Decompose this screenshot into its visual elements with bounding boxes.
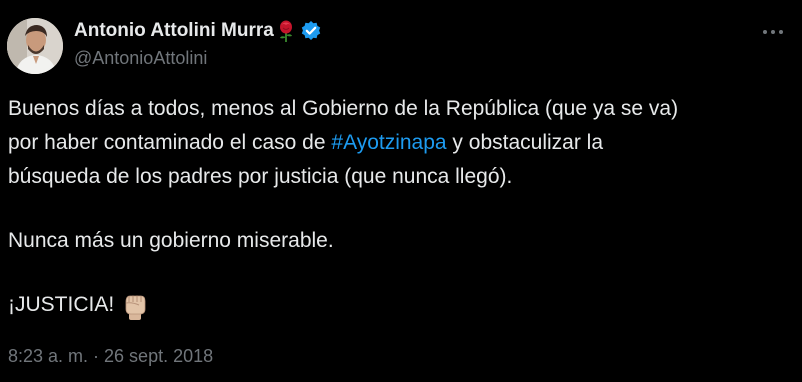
timestamp-link[interactable]: 8:23 a. m. · 26 sept. 2018 — [8, 346, 213, 367]
tweet-text-segment: y obstaculizar la — [446, 131, 603, 154]
tweet-line: Buenos días a todos, menos al Gobierno d… — [8, 97, 679, 120]
tweet-text-segment: por haber contaminado el caso de — [8, 131, 332, 154]
raised-fist-icon — [120, 290, 150, 320]
tweet-line: búsqueda de los padres por justicia (que… — [8, 165, 513, 188]
tweet-line: por haber contaminado el caso de #Ayotzi… — [8, 126, 798, 160]
rose-icon — [275, 19, 297, 43]
tweet-text-segment: ¡JUSTICIA! — [8, 293, 115, 316]
tweet-text: Buenos días a todos, menos al Gobierno d… — [8, 92, 798, 322]
tweet-line: Nunca más un gobierno miserable. — [8, 229, 334, 252]
more-options-button[interactable] — [758, 20, 788, 44]
tweet-line: ¡JUSTICIA! — [8, 288, 798, 322]
tweet-card: Antonio Attolini Murra @AntonioAttolini — [0, 0, 802, 382]
avatar[interactable] — [7, 18, 63, 74]
author-block: Antonio Attolini Murra @AntonioAttolini — [74, 19, 322, 69]
display-name[interactable]: Antonio Attolini Murra — [74, 20, 274, 42]
avatar-image — [7, 18, 63, 74]
hashtag-link[interactable]: #Ayotzinapa — [331, 131, 446, 154]
more-dots-icon — [763, 30, 783, 34]
name-row: Antonio Attolini Murra — [74, 19, 322, 43]
handle[interactable]: @AntonioAttolini — [74, 48, 322, 69]
verified-badge-icon[interactable] — [300, 20, 322, 42]
